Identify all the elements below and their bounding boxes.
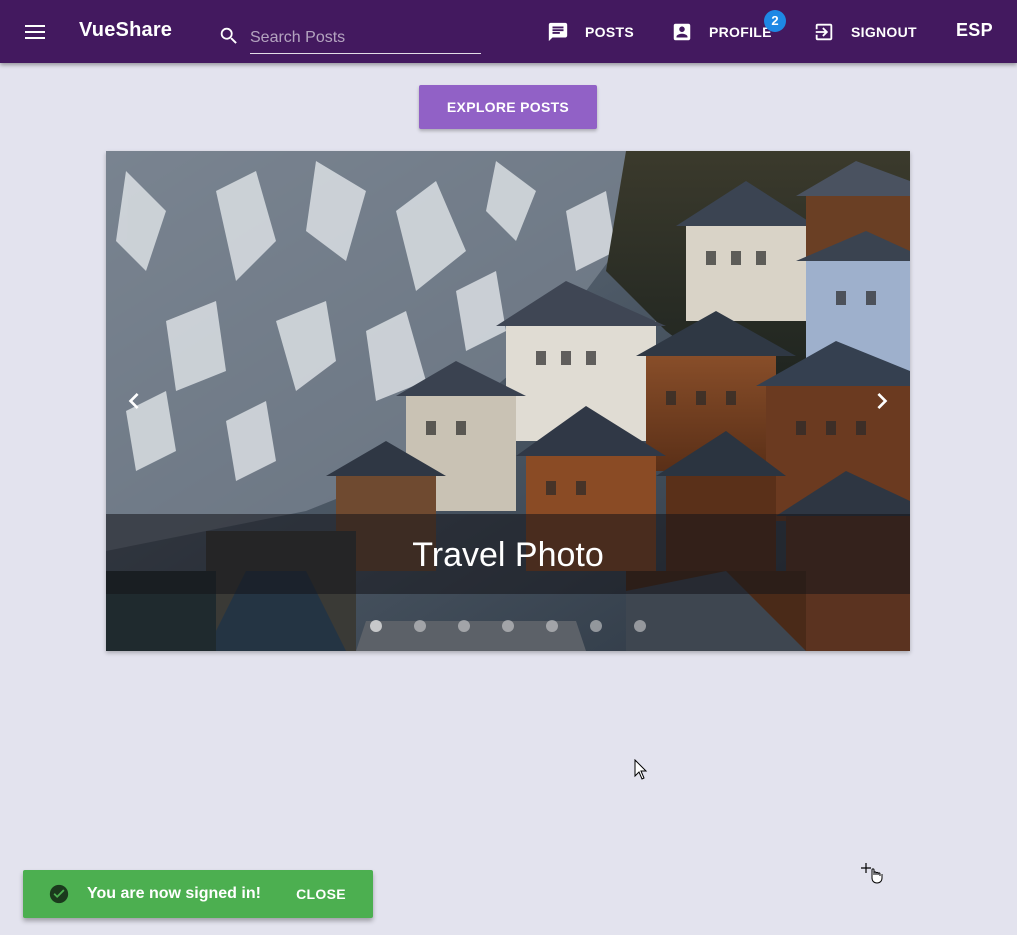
- hand-cursor-icon: [861, 863, 883, 884]
- chevron-right-icon[interactable]: [864, 385, 900, 417]
- explore-posts-button[interactable]: EXPLORE POSTS: [419, 85, 597, 129]
- carousel-dot[interactable]: [370, 620, 382, 632]
- carousel-dot[interactable]: [546, 620, 558, 632]
- search-icon: [220, 27, 237, 44]
- carousel-dot[interactable]: [458, 620, 470, 632]
- carousel-dot[interactable]: [502, 620, 514, 632]
- nav-signout-button[interactable]: SIGNOUT: [813, 17, 917, 47]
- nav-posts-label: POSTS: [585, 24, 634, 40]
- search-input[interactable]: [250, 22, 481, 54]
- post-carousel: Travel Photo: [106, 151, 910, 651]
- nav-profile-label: PROFILE: [709, 24, 772, 40]
- chevron-left-icon[interactable]: [116, 385, 152, 417]
- check-circle-icon: [49, 884, 69, 904]
- nav-signout-label: SIGNOUT: [851, 24, 917, 40]
- carousel-dot[interactable]: [634, 620, 646, 632]
- exit-icon: [815, 23, 833, 41]
- carousel-dot[interactable]: [590, 620, 602, 632]
- menu-icon[interactable]: [20, 17, 50, 47]
- carousel-caption: Travel Photo: [412, 536, 604, 574]
- signin-snackbar: You are now signed in! CLOSE: [23, 870, 373, 918]
- carousel-dot[interactable]: [414, 620, 426, 632]
- app-toolbar: VueShare POSTS PROFILE 2 SIGNOUT ESP: [0, 0, 1017, 63]
- snackbar-message: You are now signed in!: [87, 885, 261, 902]
- snackbar-close-button[interactable]: CLOSE: [285, 878, 357, 910]
- profile-badge: 2: [764, 10, 786, 32]
- mouse-pointer-icon: [634, 759, 648, 780]
- forum-icon: [548, 22, 568, 42]
- language-toggle-button[interactable]: ESP: [956, 20, 993, 41]
- app-title[interactable]: VueShare: [79, 19, 172, 42]
- nav-posts-button[interactable]: POSTS: [547, 17, 634, 47]
- nav-profile-button[interactable]: PROFILE: [671, 17, 772, 47]
- account-box-icon: [673, 23, 691, 41]
